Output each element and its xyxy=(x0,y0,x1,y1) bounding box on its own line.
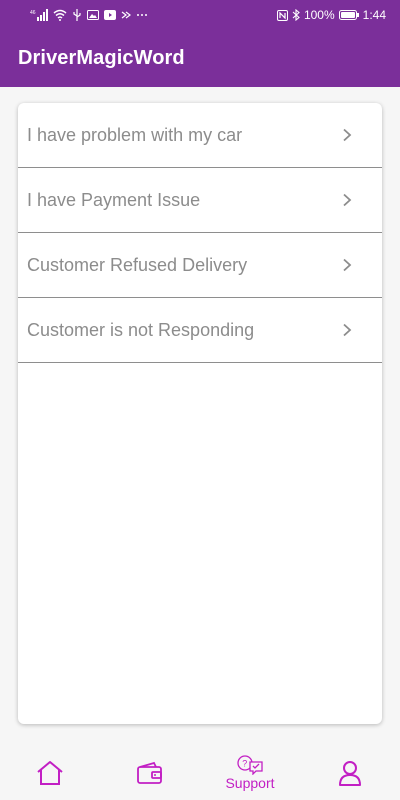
chevron-right-icon xyxy=(342,323,352,337)
support-option-car-problem[interactable]: I have problem with my car xyxy=(18,103,382,168)
chevron-right-icon xyxy=(342,193,352,207)
support-option-payment-issue[interactable]: I have Payment Issue xyxy=(18,168,382,233)
home-icon xyxy=(36,760,64,786)
status-left-icons: 46 xyxy=(30,9,148,21)
nav-support-label: Support xyxy=(225,774,275,791)
profile-icon xyxy=(338,760,362,786)
svg-text:46: 46 xyxy=(30,10,36,16)
image-icon xyxy=(87,10,99,20)
svg-text:?: ? xyxy=(242,758,247,768)
chevron-right-icon xyxy=(342,128,352,142)
support-option-label: I have problem with my car xyxy=(27,124,243,145)
wallet-icon xyxy=(136,761,164,785)
bluetooth-icon xyxy=(292,9,300,21)
wifi-icon xyxy=(53,9,67,21)
support-chat-icon: ? xyxy=(236,754,264,775)
support-option-label: Customer Refused Delivery xyxy=(27,254,248,275)
nav-profile[interactable] xyxy=(300,745,400,800)
nav-wallet[interactable] xyxy=(100,745,200,800)
support-option-not-responding[interactable]: Customer is not Responding xyxy=(18,298,382,363)
bottom-navigation: ? Support xyxy=(0,745,400,800)
support-option-label: Customer is not Responding xyxy=(27,319,255,340)
support-option-label: I have Payment Issue xyxy=(27,189,201,210)
battery-icon xyxy=(338,10,359,20)
status-right-icons: 100% 1:44 xyxy=(276,8,386,22)
support-options-card: I have problem with my car I have Paymen… xyxy=(18,103,382,724)
chevron-right-icon xyxy=(342,258,352,272)
nav-support[interactable]: ? Support xyxy=(200,745,300,800)
nav-home[interactable] xyxy=(0,745,100,800)
support-option-refused-delivery[interactable]: Customer Refused Delivery xyxy=(18,233,382,298)
nfc-icon xyxy=(276,9,288,21)
data-saver-icon xyxy=(121,10,131,20)
app-title: DriverMagicWord xyxy=(18,47,185,69)
youtube-icon xyxy=(104,10,116,20)
battery-text: 100% xyxy=(303,8,335,22)
usb-icon xyxy=(72,9,82,21)
clock: 1:44 xyxy=(362,8,386,22)
signal-icon: 46 xyxy=(30,9,48,21)
app-bar: DriverMagicWord xyxy=(0,30,400,87)
status-bar: 46 100% 1:44 xyxy=(0,0,400,30)
more-icon xyxy=(136,13,148,17)
